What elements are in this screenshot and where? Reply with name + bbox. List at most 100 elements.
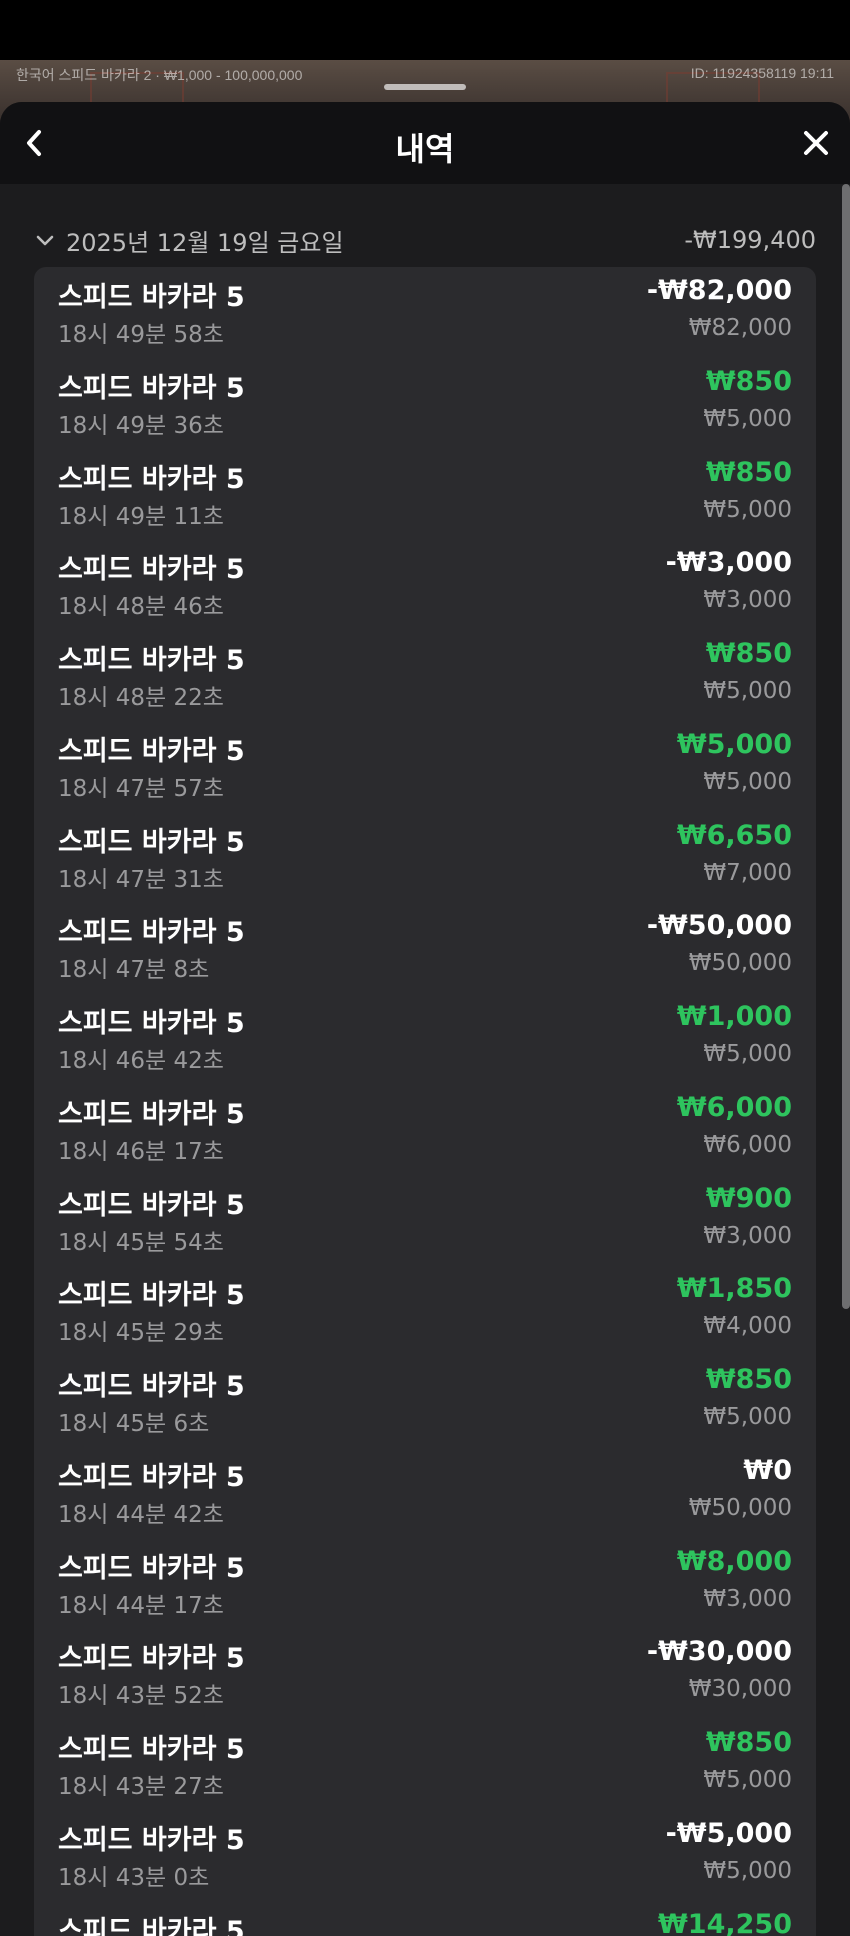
- win-amount: ₩14,250: [658, 1908, 792, 1936]
- bet-time: 18시 46분 17초: [58, 1138, 224, 1165]
- date-total: -₩199,400: [684, 226, 816, 254]
- history-row[interactable]: 스피드 바카라 5 18시 44분 17초 ₩8,000 ₩3,000: [34, 1538, 816, 1629]
- game-name: 스피드 바카라 5: [58, 1189, 245, 1221]
- sheet-header: 내역: [0, 102, 850, 184]
- history-row[interactable]: 스피드 바카라 5 18시 47분 8초 -₩50,000 ₩50,000: [34, 902, 816, 993]
- win-amount: ₩900: [705, 1182, 792, 1214]
- bet-time: 18시 43분 52초: [58, 1683, 224, 1710]
- game-name: 스피드 바카라 5: [58, 1008, 245, 1039]
- bet-amount: ₩5,000: [703, 405, 792, 432]
- win-amount: -₩30,000: [646, 1636, 792, 1668]
- bet-time: 18시 48분 46초: [58, 594, 224, 621]
- game-name: 스피드 바카라 5: [58, 1280, 245, 1312]
- close-icon: [804, 131, 828, 155]
- bet-amount: ₩5,000: [703, 678, 792, 704]
- history-sheet: 내역 2025년 12월 19일 금요일 -₩199,400 스피드 바카라 5…: [0, 102, 850, 1936]
- win-amount: ₩0: [743, 1454, 792, 1486]
- history-row[interactable]: 스피드 바카라 5 18시 43분 52초 -₩30,000 ₩30,000: [34, 1628, 816, 1719]
- history-row[interactable]: 스피드 바카라 5 18시 49분 11초 ₩850 ₩5,000: [34, 449, 816, 540]
- bet-amount: ₩5,000: [703, 1857, 792, 1884]
- bet-amount: ₩5,000: [703, 1404, 792, 1430]
- status-bar: [0, 0, 850, 60]
- win-amount: ₩850: [705, 1364, 792, 1395]
- win-amount: -₩3,000: [665, 547, 792, 579]
- bet-time: 18시 45분 6초: [58, 1411, 210, 1437]
- bet-time: 18시 47분 57초: [58, 775, 224, 802]
- game-name: 스피드 바카라 5: [58, 1643, 245, 1675]
- win-amount: -₩82,000: [646, 275, 792, 306]
- bet-amount: ₩50,000: [688, 1494, 792, 1521]
- win-amount: ₩8,000: [676, 1545, 792, 1577]
- stream-game-id: ID: 11924358119 19:11: [690, 65, 834, 81]
- game-name: 스피드 바카라 5: [58, 554, 245, 586]
- history-row[interactable]: 스피드 바카라 5 18시 49분 58초 -₩82,000 ₩82,000: [34, 267, 816, 358]
- bet-amount: ₩82,000: [688, 315, 792, 341]
- game-name: 스피드 바카라 5: [58, 735, 245, 767]
- bet-time: 18시 44분 17초: [58, 1592, 224, 1619]
- history-row[interactable]: 스피드 바카라 5 18시 47분 57초 ₩5,000 ₩5,000: [34, 721, 816, 812]
- history-row[interactable]: 스피드 바카라 5 18시 47분 31초 ₩6,650 ₩7,000: [34, 812, 816, 903]
- history-row[interactable]: 스피드 바카라 5 18시 48분 46초 -₩3,000 ₩3,000: [34, 539, 816, 630]
- bet-time: 18시 49분 11초: [58, 503, 224, 530]
- game-name: 스피드 바카라 5: [58, 917, 245, 949]
- win-amount: ₩6,650: [676, 819, 792, 851]
- game-name: 스피드 바카라 5: [58, 282, 245, 313]
- history-row[interactable]: 스피드 바카라 5 18시 46분 17초 ₩6,000 ₩6,000: [34, 1084, 816, 1175]
- bet-amount: ₩30,000: [688, 1676, 792, 1703]
- bet-time: 18시 43분 0초: [58, 1864, 210, 1891]
- history-row[interactable]: 스피드 바카라 5 18시 45분 54초 ₩900 ₩3,000: [34, 1175, 816, 1266]
- close-button[interactable]: [790, 117, 842, 169]
- history-row[interactable]: 스피드 바카라 5 18시 43분 0초 -₩5,000 ₩5,000: [34, 1810, 816, 1901]
- win-amount: -₩5,000: [665, 1817, 792, 1849]
- history-row[interactable]: 스피드 바카라 5 18시 46분 42초 ₩1,000 ₩5,000: [34, 993, 816, 1084]
- bet-amount: ₩5,000: [703, 496, 792, 523]
- bet-time: 18시 45분 29초: [58, 1320, 224, 1347]
- win-amount: -₩50,000: [646, 910, 792, 942]
- bet-amount: ₩6,000: [703, 1131, 792, 1158]
- history-row[interactable]: 스피드 바카라 5 18시 49분 36초 ₩850 ₩5,000: [34, 358, 816, 449]
- bet-amount: ₩3,000: [703, 1585, 792, 1612]
- bet-time: 18시 45분 54초: [58, 1229, 224, 1256]
- bet-amount: ₩50,000: [688, 950, 792, 977]
- game-name: 스피드 바카라 5: [58, 1734, 245, 1765]
- win-amount: ₩1,850: [676, 1273, 792, 1305]
- history-row[interactable]: 스피드 바카라 5 18시 45분 29초 ₩1,850 ₩4,000: [34, 1265, 816, 1356]
- bet-time: 18시 44분 42초: [58, 1501, 224, 1528]
- chevron-down-icon: [36, 235, 54, 246]
- stream-game-info: 한국어 스피드 바카라 2 · ₩1,000 - 100,000,000: [16, 67, 303, 83]
- bet-amount: ₩5,000: [703, 1041, 792, 1067]
- game-name: 스피드 바카라 5: [58, 372, 245, 404]
- bet-amount: ₩3,000: [703, 587, 792, 614]
- win-amount: ₩850: [705, 638, 792, 669]
- bet-amount: ₩7,000: [703, 859, 792, 886]
- win-amount: ₩5,000: [676, 728, 792, 760]
- history-row[interactable]: 스피드 바카라 5 18시 44분 42초 ₩0 ₩50,000: [34, 1447, 816, 1538]
- game-name: 스피드 바카라 5: [58, 826, 245, 858]
- win-amount: ₩850: [705, 456, 792, 488]
- game-name: 스피드 바카라 5: [58, 1098, 245, 1130]
- bet-time: 18시 43분 27초: [58, 1774, 224, 1800]
- game-name: 스피드 바카라 5: [58, 1371, 245, 1402]
- bet-time: 18시 46분 42초: [58, 1048, 224, 1074]
- history-list: 스피드 바카라 5 18시 49분 58초 -₩82,000 ₩82,000 스피드 바…: [34, 267, 816, 1936]
- history-row[interactable]: 스피드 바카라 5 18시 48분 22초 ₩850 ₩5,000: [34, 630, 816, 721]
- game-name: 스피드 바카라 5: [58, 1552, 245, 1584]
- date-label: 2025년 12월 19일 금요일: [66, 228, 344, 257]
- scrollbar[interactable]: [842, 184, 850, 1309]
- sheet-drag-handle[interactable]: [384, 84, 466, 90]
- date-group-header[interactable]: 2025년 12월 19일 금요일 -₩199,400: [34, 220, 816, 260]
- history-row[interactable]: 스피드 바카라 5 18시 45분 6초 ₩850 ₩5,000: [34, 1356, 816, 1447]
- win-amount: ₩6,000: [676, 1091, 792, 1123]
- history-row[interactable]: 스피드 바카라 5 ₩14,250: [34, 1901, 816, 1936]
- history-row[interactable]: 스피드 바카라 5 18시 43분 27초 ₩850 ₩5,000: [34, 1719, 816, 1810]
- win-amount: ₩850: [705, 1727, 792, 1758]
- bet-time: 18시 47분 8초: [58, 957, 210, 984]
- game-name: 스피드 바카라 5: [58, 1915, 245, 1936]
- win-amount: ₩850: [705, 365, 792, 397]
- game-name: 스피드 바카라 5: [58, 1461, 245, 1493]
- bet-time: 18시 48분 22초: [58, 685, 224, 711]
- bet-time: 18시 49분 58초: [58, 322, 224, 348]
- bet-amount: ₩5,000: [703, 768, 792, 795]
- bet-amount: ₩3,000: [703, 1222, 792, 1249]
- win-amount: ₩1,000: [676, 1001, 792, 1032]
